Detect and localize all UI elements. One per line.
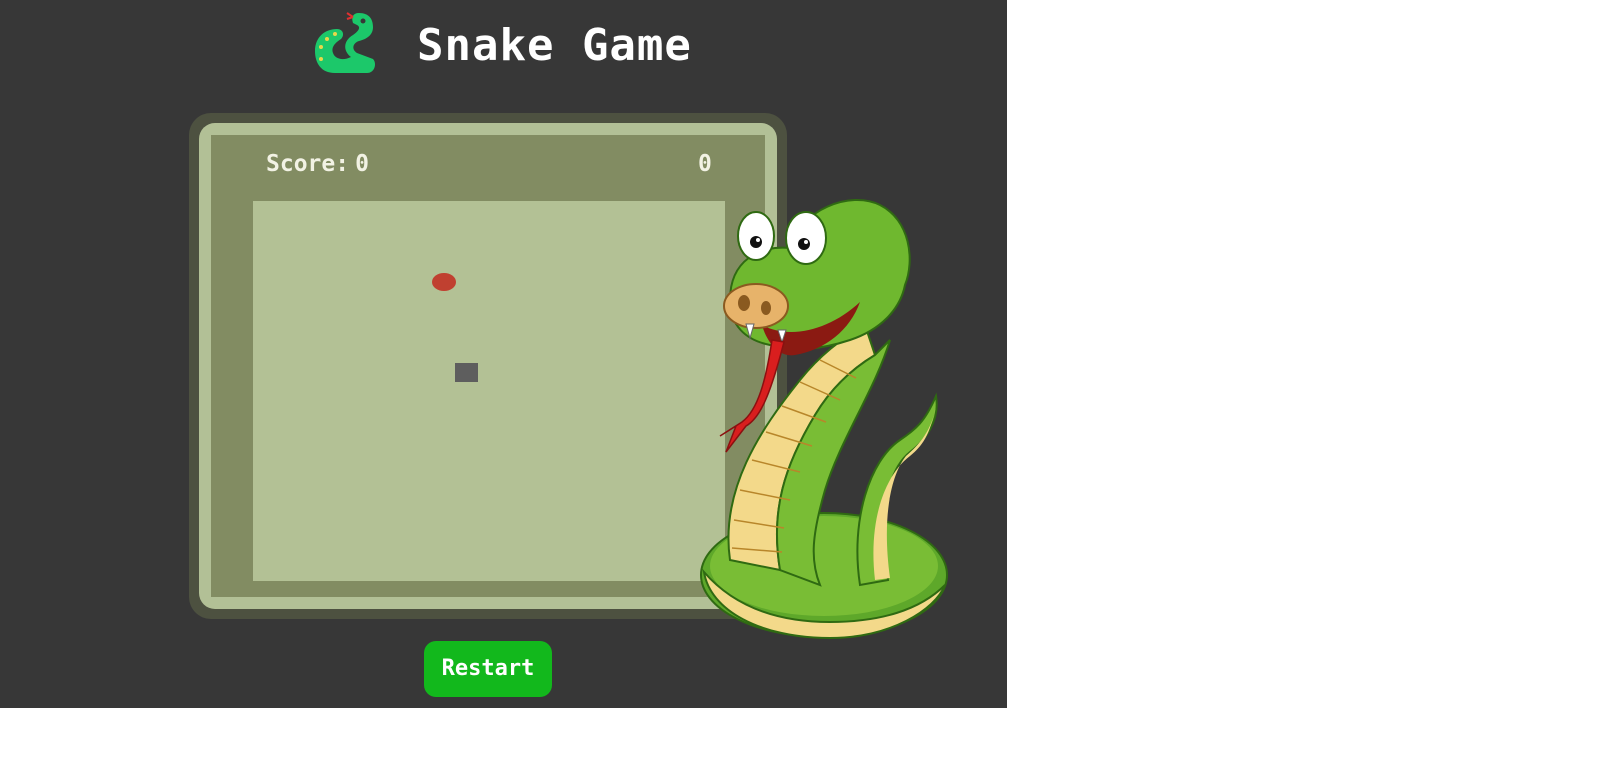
apple-icon <box>432 273 456 291</box>
score-value: 0 <box>355 151 369 177</box>
score-display: Score: 0 <box>266 148 369 180</box>
page-title: Snake Game <box>417 20 692 71</box>
restart-button[interactable]: Restart <box>424 641 552 697</box>
high-score-value: 0 <box>698 151 712 177</box>
game-app: Snake Game Score: 0 0 Restart <box>0 0 1007 708</box>
snake-head <box>455 363 478 382</box>
cartoon-snake-mascot <box>700 199 948 640</box>
snake-logo-icon <box>315 12 375 73</box>
game-board[interactable] <box>253 201 725 581</box>
score-label: Score: <box>266 151 350 177</box>
